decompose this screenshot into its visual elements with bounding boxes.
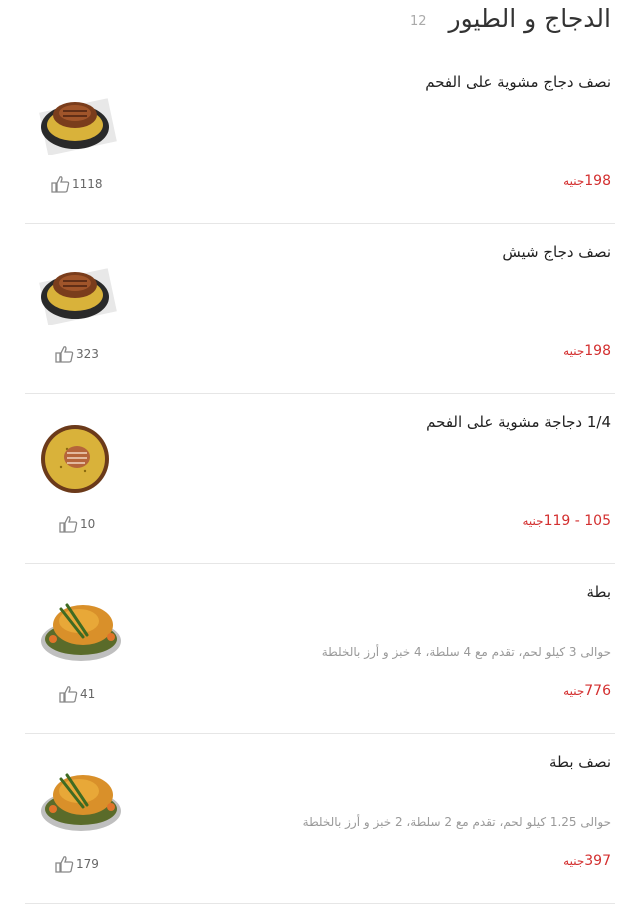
grilled-chicken-plate-icon	[39, 268, 117, 325]
item-price: 198جنيه	[563, 173, 611, 189]
chicken-rice-plate-icon	[41, 425, 109, 493]
like-count: 323	[76, 347, 99, 361]
roasted-duck-icon	[41, 773, 121, 831]
category-item-count: 12	[410, 14, 427, 29]
thumbs-up-icon	[55, 856, 74, 873]
item-name: نصف دجاج شيش	[502, 243, 611, 261]
item-name: نصف دجاج مشوية على الفحم	[425, 73, 611, 91]
menu-item[interactable]: نصف دجاج شيش 198جنيه 323	[25, 223, 615, 394]
item-description: حوالى 3 كيلو لحم، تقدم مع 4 سلطة، 4 خبز …	[321, 645, 611, 659]
like-button[interactable]: 41	[58, 685, 95, 703]
item-price: 397جنيه	[563, 853, 611, 869]
menu-item[interactable]: نصف دجاج مشوية على الفحم 198جنيه 1118	[25, 53, 615, 224]
like-button[interactable]: 10	[58, 515, 95, 533]
item-price: 198جنيه	[563, 343, 611, 359]
like-button[interactable]: 179	[54, 855, 99, 873]
menu-item[interactable]: بطة حوالى 3 كيلو لحم، تقدم مع 4 سلطة، 4 …	[25, 563, 615, 734]
category-header: الدجاج و الطيور 12	[0, 0, 631, 40]
grilled-chicken-plate-icon	[39, 98, 117, 155]
item-name: نصف بطة	[549, 753, 611, 771]
menu-item[interactable]: 1/4 دجاجة مشوية على الفحم 105 - 119جنيه …	[25, 393, 615, 564]
menu-item[interactable]: نصف بطة حوالى 1.25 كيلو لحم، تقدم مع 2 س…	[25, 733, 615, 904]
item-name: 1/4 دجاجة مشوية على الفحم	[426, 413, 611, 431]
roasted-duck-icon	[41, 603, 121, 661]
item-name: بطة	[586, 583, 611, 601]
thumbs-up-icon	[59, 516, 78, 533]
like-button[interactable]: 1118	[50, 175, 103, 193]
like-button[interactable]: 323	[54, 345, 99, 363]
thumbs-up-icon	[51, 176, 70, 193]
thumbs-up-icon	[55, 346, 74, 363]
item-price: 105 - 119جنيه	[522, 513, 611, 529]
like-count: 179	[76, 857, 99, 871]
item-description: حوالى 1.25 كيلو لحم، تقدم مع 2 سلطة، 2 خ…	[302, 815, 611, 829]
item-price: 776جنيه	[563, 683, 611, 699]
like-count: 10	[80, 517, 96, 531]
thumbs-up-icon	[59, 686, 78, 703]
category-title: الدجاج و الطيور	[448, 4, 611, 33]
like-count: 1118	[72, 177, 103, 191]
like-count: 41	[80, 687, 96, 701]
